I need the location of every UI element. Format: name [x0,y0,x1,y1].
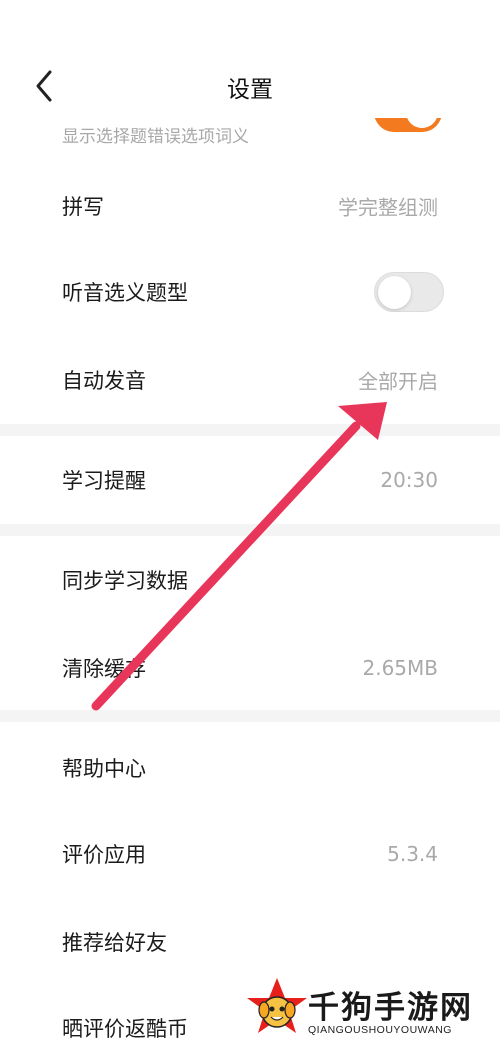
row-sync-data-label: 同步学习数据 [62,569,188,593]
row-recommend-friend-label: 推荐给好友 [62,931,167,955]
top-bar: 设置 [0,0,500,120]
row-clear-cache[interactable]: 清除缓存 2.65MB [0,624,500,712]
row-listen-choose-meaning: 听音选义题型 [0,248,500,336]
row-auto-pronounce-label: 自动发音 [62,369,146,393]
row-spelling-value: 学完整组测 [338,195,438,220]
watermark-mascot-icon [247,978,307,1033]
row-study-reminder-value: 20:30 [380,468,438,492]
watermark-text: 千狗手游网 [308,990,473,1026]
wrong-option-meaning-subtitle: 显示选择题错误选项词义 [62,127,249,147]
row-clear-cache-value: 2.65MB [362,656,438,680]
row-rate-app[interactable]: 评价应用 5.3.4 [0,810,500,898]
row-clear-cache-label: 清除缓存 [62,657,146,681]
listen-choose-meaning-toggle[interactable] [374,272,444,312]
toggle-knob [378,276,411,309]
row-help-center[interactable]: 帮助中心 [0,724,500,812]
row-recommend-friend[interactable]: 推荐给好友 [0,898,500,986]
row-rate-app-value: 5.3.4 [387,842,438,866]
row-study-reminder-label: 学习提醒 [62,469,146,493]
wrong-option-meaning-switch[interactable] [374,118,442,132]
row-auto-pronounce-value: 全部开启 [358,369,438,394]
section-divider [0,524,500,536]
row-review-rewards-label: 晒评价返酷币 [62,1017,188,1041]
watermark-subtext: QIANGOUSHOUYOUWANG [308,1024,452,1036]
section-divider [0,424,500,436]
row-sync-data[interactable]: 同步学习数据 [0,536,500,624]
wrong-option-meaning-row: 显示选择题错误选项词义 [0,118,500,158]
page-title: 设置 [227,77,273,103]
row-rate-app-label: 评价应用 [62,843,146,867]
section-divider [0,710,500,722]
row-study-reminder[interactable]: 学习提醒 20:30 [0,436,500,524]
row-auto-pronounce[interactable]: 自动发音 全部开启 [0,336,500,424]
row-help-center-label: 帮助中心 [62,757,146,781]
watermark: 千狗手游网 QIANGOUSHOUYOUWANG [244,976,500,1044]
row-spelling-label: 拼写 [62,195,104,219]
row-listen-choose-meaning-label: 听音选义题型 [62,281,188,305]
row-spelling[interactable]: 拼写 学完整组测 [0,162,500,250]
switch-knob [406,118,438,128]
